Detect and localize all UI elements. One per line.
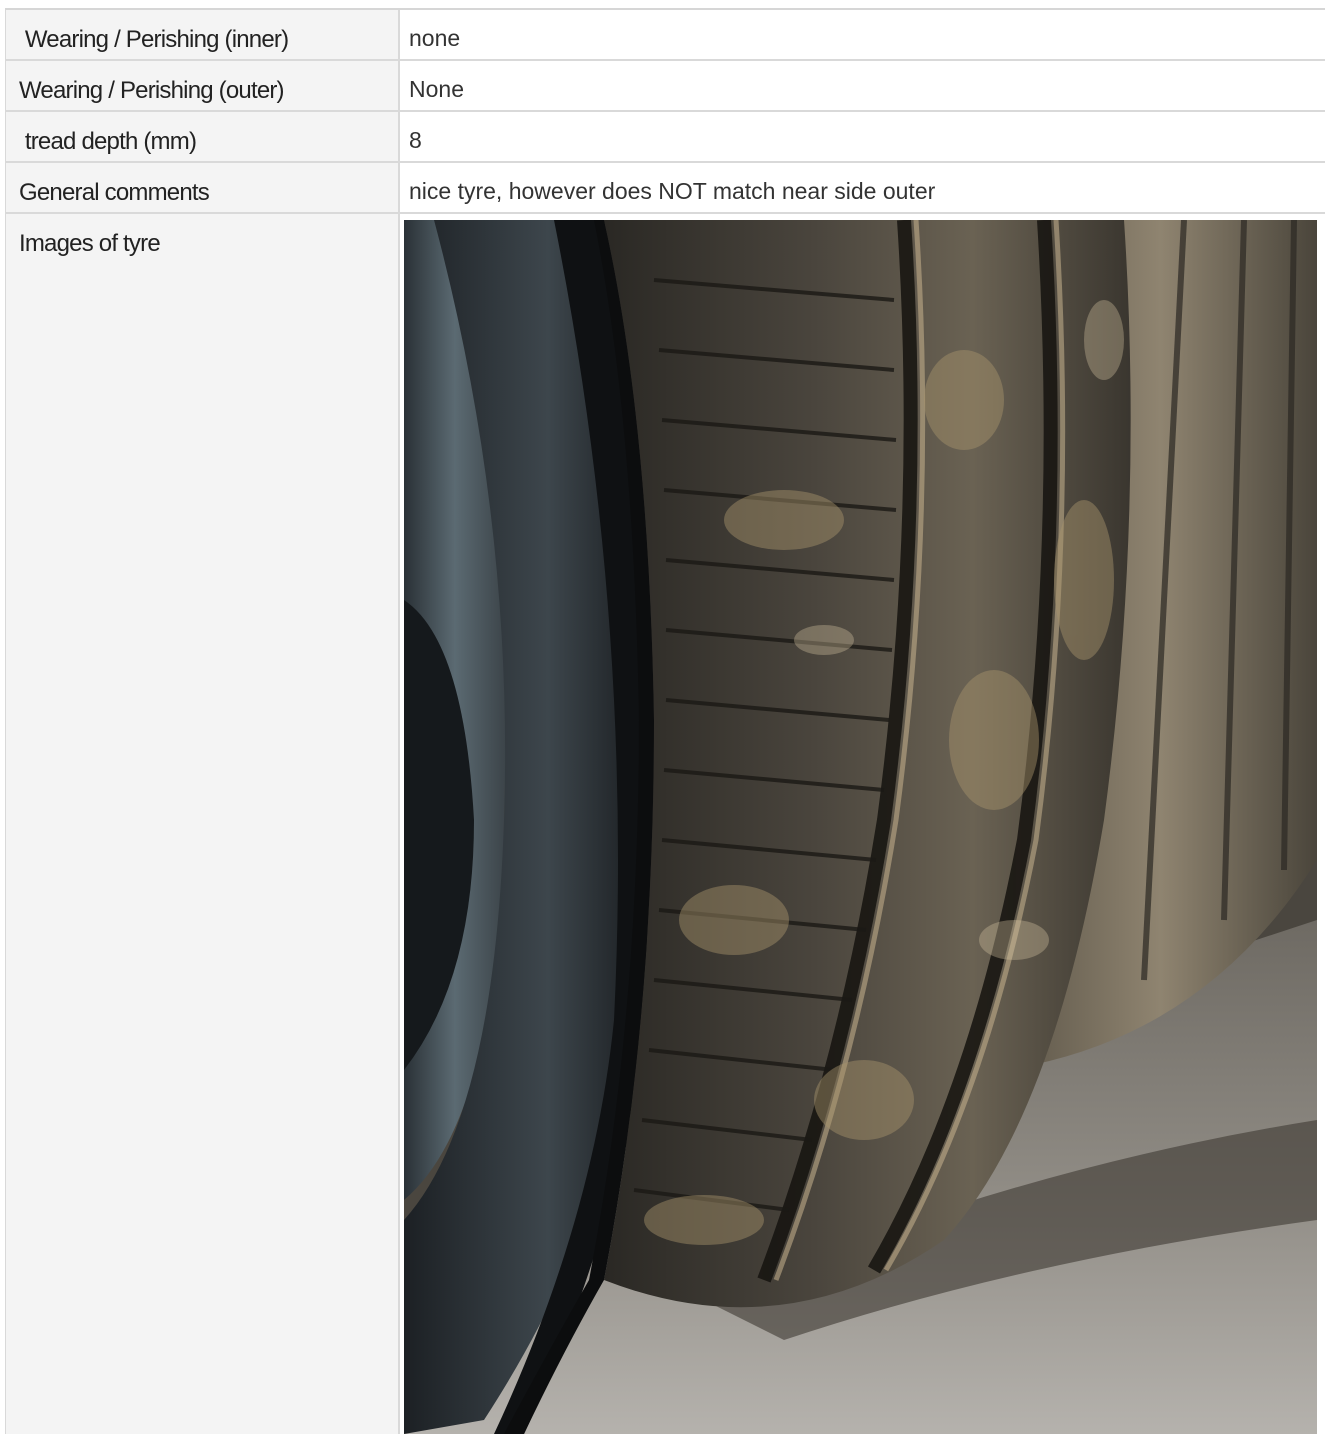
table-row-images: Images of tyre <box>5 214 1325 1434</box>
table-row: General comments nice tyre, however does… <box>5 163 1325 214</box>
row-value-tread-depth: 8 <box>400 112 1325 161</box>
row-label-wearing-outer: Wearing / Perishing (outer) <box>5 61 400 110</box>
table-row: tread depth (mm) 8 <box>5 112 1325 163</box>
row-value-general-comments: nice tyre, however does NOT match near s… <box>400 163 1325 212</box>
row-label-images: Images of tyre <box>5 214 400 1434</box>
row-value-wearing-outer: None <box>400 61 1325 110</box>
row-value-wearing-inner: none <box>400 10 1325 59</box>
row-value-images <box>400 214 1325 1434</box>
row-label-general-comments: General comments <box>5 163 400 212</box>
table-row: Wearing / Perishing (outer) None <box>5 61 1325 112</box>
table-row: Wearing / Perishing (inner) none <box>5 10 1325 61</box>
tyre-photo[interactable] <box>404 220 1317 1434</box>
row-label-wearing-inner: Wearing / Perishing (inner) <box>5 10 400 59</box>
tyre-inspection-table: Wearing / Perishing (inner) none Wearing… <box>5 8 1325 1434</box>
row-label-tread-depth: tread depth (mm) <box>5 112 400 161</box>
